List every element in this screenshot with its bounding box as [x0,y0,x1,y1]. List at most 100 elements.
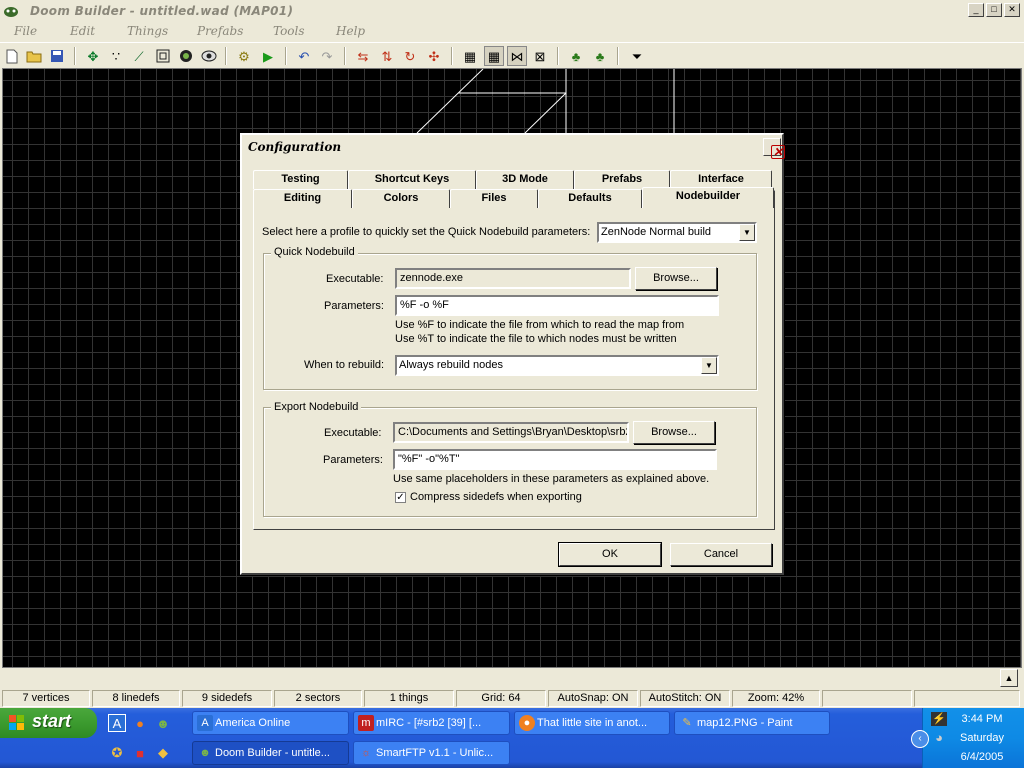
rebuild-select[interactable]: Always rebuild nodes ▼ [395,355,719,376]
quick-executable-label: Executable: [326,273,384,285]
task-mirc[interactable]: m mIRC - [#srb2 [39] [... [353,711,510,735]
chevron-down-icon[interactable]: ▼ [701,357,717,374]
save-icon[interactable] [47,46,67,66]
quick-executable-field[interactable]: zennode.exe [395,268,631,289]
chevron-down-icon[interactable]: ▼ [739,224,755,241]
task-firefox[interactable]: ● That little site in anot... [514,711,670,735]
game-quicklaunch-icon[interactable]: ✪ [108,744,126,762]
rebuild-value: Always rebuild nodes [399,359,503,371]
aol-quicklaunch-icon[interactable]: A [108,714,126,732]
profile-value: ZenNode Normal build [601,226,712,238]
quick-parameters-field[interactable]: %F -o %F [395,295,719,316]
status-sidedefs: 9 sidedefs [182,690,272,707]
menu-edit[interactable]: Edit [70,24,95,38]
flip-horizontal-icon[interactable]: ⇆ [353,46,373,66]
menu-prefabs[interactable]: Prefabs [197,24,243,38]
maximize-icon[interactable]: □ [986,3,1002,17]
export-parameters-field[interactable]: "%F" -o"%T" [393,449,717,470]
3d-mode-icon[interactable] [199,46,219,66]
rotate-icon[interactable]: ↻ [400,46,420,66]
ok-button[interactable]: OK [558,542,662,567]
compress-checkbox[interactable]: ✓ [395,492,406,503]
stitch-icon[interactable]: ⋈ [507,46,527,66]
close-icon[interactable]: ✕ [1004,3,1020,17]
compress-label[interactable]: Compress sidedefs when exporting [410,491,582,503]
mirc-quicklaunch-icon[interactable]: ■ [131,744,149,762]
tab-3d-mode[interactable]: 3D Mode [476,170,574,189]
status-linedefs: 8 linedefs [92,690,180,707]
minimize-icon[interactable]: _ [968,3,984,17]
dialog-title-bar[interactable]: Configuration ✕ [242,135,785,159]
clock-time[interactable]: 3:44 PM [947,713,1017,725]
paint-icon: ✎ [682,717,692,729]
dialog-close-icon[interactable]: ✕ [763,138,785,159]
aol-icon: A [197,715,213,731]
snap-grid-icon[interactable]: ▦ [484,46,504,66]
export-browse-button[interactable]: Browse... [633,421,715,444]
tree-icon[interactable]: ♣ [566,46,586,66]
profile-label: Select here a profile to quickly set the… [262,226,591,238]
export-hint: Use same placeholders in these parameter… [393,473,710,485]
move-icon[interactable]: ✥ [83,46,103,66]
erase-icon[interactable]: ⊠ [530,46,550,66]
sectors-icon[interactable] [153,46,173,66]
tab-editing[interactable]: Editing [253,189,352,208]
firefox-icon: ● [519,715,535,731]
forest-icon[interactable]: ♣ [590,46,610,66]
task-smartftp[interactable]: ☼ SmartFTP v1.1 - Unlic... [353,741,510,765]
test-icon[interactable]: ⚙ [234,46,254,66]
volume-tray-icon[interactable]: ◕ [931,730,947,746]
network-tray-icon[interactable]: ⚡ [931,712,947,726]
doom-builder-app-icon[interactable] [3,3,19,19]
flip-vertical-icon[interactable]: ⇅ [377,46,397,66]
tab-testing[interactable]: Testing [253,170,348,189]
task-paint[interactable]: ✎ map12.PNG - Paint [674,711,830,735]
shortcut-quicklaunch-icon[interactable]: ◆ [154,744,172,762]
menu-things[interactable]: Things [127,24,168,38]
new-icon[interactable] [2,46,22,66]
menu-help[interactable]: Help [336,24,365,38]
smartftp-icon: ☼ [360,747,372,759]
menu-bar: File Edit Things Prefabs Tools Help [0,22,1024,41]
status-empty [822,690,912,707]
firefox-quicklaunch-icon[interactable]: ● [131,714,149,732]
things-icon[interactable] [176,46,196,66]
tab-nodebuilder[interactable]: Nodebuilder [642,187,774,208]
profile-select[interactable]: ZenNode Normal build ▼ [597,222,757,243]
doom-builder-icon: ☻ [199,747,211,759]
tab-defaults[interactable]: Defaults [538,189,642,208]
taskbar: start A ● ☻ ✪ ■ ◆ A America Online m mIRC … [0,708,1024,768]
tab-shortcut-keys[interactable]: Shortcut Keys [348,170,476,189]
export-executable-field[interactable]: C:\Documents and Settings\Bryan\Desktop\… [393,422,629,443]
start-label: start [32,711,72,731]
tab-files[interactable]: Files [450,189,538,208]
task-doom-builder[interactable]: ☻ Doom Builder - untitle... [192,741,349,765]
status-zoom: Zoom: 42% [732,690,820,707]
status-autosnap: AutoSnap: ON [548,690,638,707]
task-america-online[interactable]: A America Online [192,711,349,735]
menu-tools[interactable]: Tools [273,24,305,38]
scroll-up-icon[interactable]: ▲ [1000,669,1018,687]
doom-builder-quicklaunch-icon[interactable]: ☻ [154,714,172,732]
undo-icon[interactable]: ↶ [294,46,314,66]
status-empty [914,690,1020,707]
filter-icon[interactable]: ⏷ [627,46,647,66]
cancel-button[interactable]: Cancel [670,543,772,566]
vertices-icon[interactable]: ∵ [106,46,126,66]
play-icon[interactable]: ▶ [258,46,278,66]
tray-expand-icon[interactable]: ‹ [911,730,929,748]
open-icon[interactable] [24,46,44,66]
menu-file[interactable]: File [14,24,37,38]
linedef[interactable] [416,69,484,134]
clock-date: 6/4/2005 [960,751,1004,763]
tab-colors[interactable]: Colors [352,189,450,208]
redo-icon[interactable]: ↷ [317,46,337,66]
start-button[interactable]: start [0,708,97,738]
linedef[interactable] [524,92,567,134]
window-title: Doom Builder - untitled.wad (MAP01) [30,4,294,18]
quick-browse-button[interactable]: Browse... [635,267,717,290]
quick-nodebuild-title: Quick Nodebuild [271,246,358,258]
lines-icon[interactable]: ⟋ [129,46,149,66]
resize-icon[interactable]: ✣ [424,46,444,66]
grid-icon[interactable]: ▦ [460,46,480,66]
